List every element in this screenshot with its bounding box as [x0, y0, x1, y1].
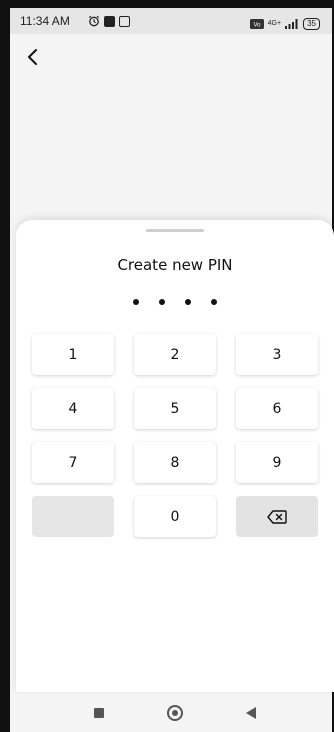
sheet-title: Create new PIN — [117, 256, 233, 274]
back-icon[interactable] — [246, 707, 256, 719]
key-1[interactable]: 1 — [32, 334, 114, 375]
key-3[interactable]: 3 — [236, 334, 318, 375]
key-4[interactable]: 4 — [32, 388, 114, 429]
pin-dot — [211, 299, 217, 305]
status-bar: 11:34 AM Vo 4G+ 35 — [10, 8, 332, 34]
status-time: 11:34 AM — [20, 14, 70, 28]
signal-icon — [285, 14, 299, 33]
pin-bottom-sheet: Create new PIN 1 2 3 4 5 6 7 8 9 0 — [16, 220, 334, 692]
volte-icon: Vo — [249, 14, 264, 33]
alarm-icon — [88, 12, 100, 31]
battery-icon: 35 — [303, 17, 320, 30]
pin-dot — [133, 299, 139, 305]
key-9[interactable]: 9 — [236, 442, 318, 483]
key-7[interactable]: 7 — [32, 442, 114, 483]
backspace-icon — [267, 509, 287, 524]
device-frame-top — [0, 0, 334, 8]
system-nav-bar — [10, 694, 332, 732]
chevron-left-icon — [28, 49, 37, 65]
key-0[interactable]: 0 — [134, 496, 216, 537]
network-type: 4G+ — [267, 20, 282, 27]
svg-text:Vo: Vo — [253, 23, 261, 29]
key-2[interactable]: 2 — [134, 334, 216, 375]
back-button[interactable] — [22, 46, 44, 68]
key-8[interactable]: 8 — [134, 442, 216, 483]
status-icons-left — [88, 15, 130, 27]
sim-icon — [119, 15, 130, 27]
backspace-button[interactable] — [236, 496, 318, 537]
numeric-keypad: 1 2 3 4 5 6 7 8 9 0 — [32, 334, 318, 537]
key-6[interactable]: 6 — [236, 388, 318, 429]
key-5[interactable]: 5 — [134, 388, 216, 429]
recent-apps-icon[interactable] — [94, 708, 104, 718]
status-icons-right: Vo 4G+ 35 — [249, 14, 320, 33]
pin-dot — [185, 299, 191, 305]
pin-dots — [16, 299, 334, 305]
home-icon[interactable] — [167, 705, 183, 721]
device-frame-left — [0, 0, 10, 732]
sheet-drag-handle[interactable] — [146, 229, 204, 232]
notification-icon — [104, 15, 115, 27]
pin-dot — [159, 299, 165, 305]
key-blank — [32, 496, 114, 537]
